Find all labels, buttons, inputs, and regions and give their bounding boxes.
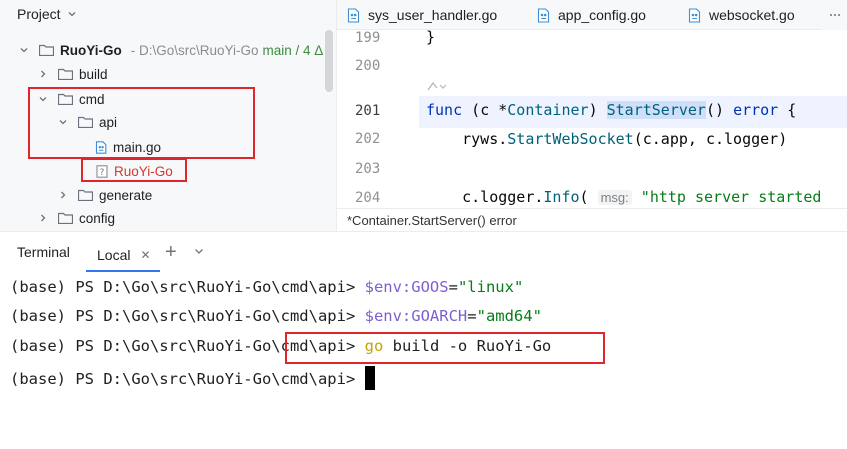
project-scrollbar[interactable]: [325, 30, 333, 92]
chevron-down-icon[interactable]: [194, 246, 204, 256]
go-file-icon: [95, 140, 107, 154]
close-icon[interactable]: ✕: [140, 248, 150, 262]
terminal-tab-label: Local: [97, 247, 131, 263]
terminal-tab-local[interactable]: Local ✕: [86, 240, 160, 272]
tree-item-api[interactable]: api: [0, 110, 336, 134]
line-number: 203: [355, 161, 381, 177]
go-file-icon: [537, 7, 550, 23]
line-number-gutter: [337, 30, 419, 208]
tree-item-label: main.go: [113, 139, 162, 155]
folder-icon: [78, 189, 93, 201]
editor-tab-bar: sys_user_handler.go app_config.go websoc…: [337, 0, 847, 30]
tree-item-main-go[interactable]: main.go: [0, 135, 336, 159]
chevron-right-icon[interactable]: [58, 190, 68, 200]
project-panel-header[interactable]: Project: [0, 0, 336, 28]
tree-item-generate[interactable]: generate: [0, 183, 336, 207]
breadcrumb-text[interactable]: *Container.StartServer() error: [347, 213, 517, 228]
chevron-right-icon[interactable]: [38, 213, 48, 223]
code-line-201: func (c *Container) StartServer() error …: [426, 101, 797, 119]
tab-sys-user-handler[interactable]: sys_user_handler.go: [347, 0, 497, 30]
line-number-current: 201: [355, 103, 381, 119]
tree-item-label: RuoYi-Go: [114, 163, 173, 179]
editor-breadcrumb[interactable]: *Container.StartServer() error: [337, 208, 847, 231]
folder-icon: [58, 68, 73, 80]
line-number: 204: [355, 190, 381, 206]
vcs-branch-status: main / 4 Δ: [262, 42, 324, 58]
chevron-down-icon[interactable]: [19, 45, 29, 55]
chevron-down-icon[interactable]: [38, 94, 48, 104]
terminal-cursor: [364, 366, 375, 390]
folder-icon: [58, 212, 73, 224]
folder-icon: [78, 116, 93, 128]
tree-item-ruoyi-go-binary[interactable]: ? RuoYi-Go: [0, 159, 336, 183]
terminal-line: (base) PS D:\Go\src\RuoYi-Go\cmd\api> go…: [10, 337, 552, 355]
tab-app-config[interactable]: app_config.go: [537, 0, 646, 30]
tab-label: sys_user_handler.go: [368, 7, 498, 23]
tree-item-config[interactable]: config: [0, 206, 336, 230]
add-terminal-icon[interactable]: +: [165, 240, 177, 264]
root-name: RuoYi-Go: [60, 42, 122, 58]
chevron-down-icon[interactable]: [58, 117, 68, 127]
unknown-file-icon: ?: [96, 164, 108, 178]
code-line-199: }: [426, 28, 436, 46]
tab-websocket[interactable]: websocket.go: [688, 0, 795, 30]
tree-item-label: build: [79, 66, 108, 82]
line-number: 202: [355, 131, 381, 147]
terminal-line: (base) PS D:\Go\src\RuoYi-Go\cmd\api> $e…: [10, 278, 524, 296]
line-number: 200: [355, 58, 381, 74]
tree-item-build[interactable]: build: [0, 62, 336, 86]
go-file-icon: [688, 7, 701, 23]
gutter-action-icon[interactable]: [426, 80, 448, 94]
svg-text:?: ?: [100, 168, 105, 178]
project-panel: Project RuoYi-Go - D:\Go\src\RuoYi-Go ma…: [0, 0, 336, 231]
tree-item-label: config: [79, 210, 116, 226]
parameter-hint: msg:: [597, 190, 632, 205]
folder-icon: [58, 93, 73, 105]
terminal-title: Terminal: [17, 244, 70, 260]
project-title[interactable]: Project: [17, 6, 61, 22]
more-tabs-icon[interactable]: [829, 9, 841, 21]
terminal-line-active[interactable]: (base) PS D:\Go\src\RuoYi-Go\cmd\api>: [10, 366, 375, 390]
chevron-down-icon[interactable]: [68, 10, 76, 18]
terminal-header: Terminal Local ✕ +: [0, 232, 847, 272]
folder-icon: [39, 44, 54, 56]
tab-label: websocket.go: [709, 7, 795, 23]
terminal-panel[interactable]: Terminal Local ✕ + (base) PS D:\Go\src\R…: [0, 231, 847, 449]
tabs-more-button[interactable]: [822, 0, 847, 30]
root-path: - D:\Go\src\RuoYi-Go: [130, 42, 259, 58]
tree-item-cmd[interactable]: cmd: [0, 87, 336, 111]
tree-item-root[interactable]: RuoYi-Go - D:\Go\src\RuoYi-Go main / 4 Δ: [0, 38, 336, 62]
terminal-line: (base) PS D:\Go\src\RuoYi-Go\cmd\api> $e…: [10, 307, 542, 325]
tree-item-label: generate: [99, 187, 153, 203]
line-number: 199: [355, 30, 381, 46]
code-editor[interactable]: sys_user_handler.go app_config.go websoc…: [336, 0, 847, 231]
chevron-right-icon[interactable]: [38, 69, 48, 79]
go-file-icon: [347, 7, 360, 23]
code-line-202: ryws.StartWebSocket(c.app, c.logger): [426, 130, 788, 148]
tree-item-label: cmd: [79, 91, 105, 107]
code-line-204: c.logger.Info( msg: "http server started: [426, 188, 822, 206]
tree-item-label: api: [99, 114, 118, 130]
tab-label: app_config.go: [558, 7, 646, 23]
